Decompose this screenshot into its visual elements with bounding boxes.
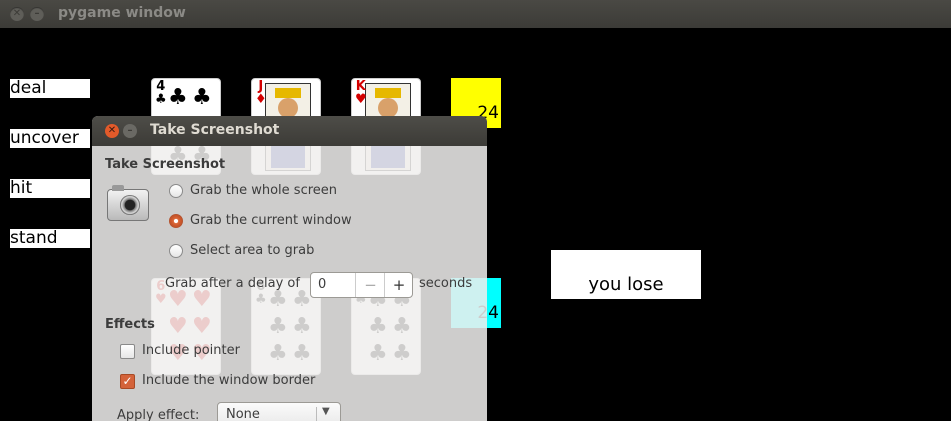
club-pip-icon: ♣ <box>168 85 188 110</box>
grab-whole-screen-label[interactable]: Grab the whole screen <box>190 183 337 198</box>
window-minimize-button[interactable]: – <box>30 7 44 21</box>
apply-effect-value[interactable]: None <box>226 407 260 421</box>
include-pointer-label[interactable]: Include pointer <box>142 343 240 358</box>
dialog-titlebar: ✕ – Take Screenshot <box>92 116 487 146</box>
dialog-close-button[interactable]: ✕ <box>105 124 119 138</box>
club-pip-icon: ♣ <box>192 85 212 110</box>
stand-button[interactable]: stand <box>10 229 90 248</box>
card-rank: 4 ♣ <box>155 79 167 107</box>
delay-spinbutton[interactable]: 0 − + <box>310 272 413 298</box>
card-rank: J ♦ <box>255 79 267 107</box>
include-pointer-checkbox[interactable] <box>120 344 135 359</box>
result-message: you lose <box>551 250 701 299</box>
hit-button[interactable]: hit <box>10 179 90 198</box>
window-titlebar: ✕ – pygame window <box>0 0 951 28</box>
include-border-checkbox[interactable]: ✓ <box>120 374 135 389</box>
dialog-title: Take Screenshot <box>150 122 280 138</box>
dialog-minimize-button[interactable]: – <box>123 124 137 138</box>
grab-whole-screen-radio[interactable] <box>169 184 183 198</box>
uncover-button[interactable]: uncover <box>10 129 90 148</box>
take-screenshot-dialog: ✕ – Take Screenshot Take Screenshot Grab… <box>92 116 487 421</box>
chevron-down-icon[interactable]: ▼ <box>322 406 330 417</box>
card-rank: K ♥ <box>355 79 367 107</box>
window-close-button[interactable]: ✕ <box>10 7 24 21</box>
delay-value[interactable]: 0 <box>318 277 326 292</box>
select-area-radio[interactable] <box>169 244 183 258</box>
grab-current-window-radio[interactable] <box>169 214 183 228</box>
section-title: Take Screenshot <box>105 157 226 172</box>
include-border-label[interactable]: Include the window border <box>142 373 315 388</box>
delay-unit-label: seconds <box>419 276 473 291</box>
effects-title: Effects <box>105 317 155 332</box>
camera-icon <box>107 185 149 221</box>
delay-increment-button[interactable]: + <box>384 273 413 297</box>
grab-current-window-label[interactable]: Grab the current window <box>190 213 352 228</box>
apply-effect-label: Apply effect: <box>117 408 200 421</box>
delay-label: Grab after a delay of <box>165 276 300 291</box>
select-area-label[interactable]: Select area to grab <box>190 243 314 258</box>
delay-decrement-button[interactable]: − <box>355 273 385 297</box>
window-title: pygame window <box>58 5 186 21</box>
deal-button[interactable]: deal <box>10 79 90 98</box>
apply-effect-select[interactable]: None ▼ <box>217 402 341 421</box>
